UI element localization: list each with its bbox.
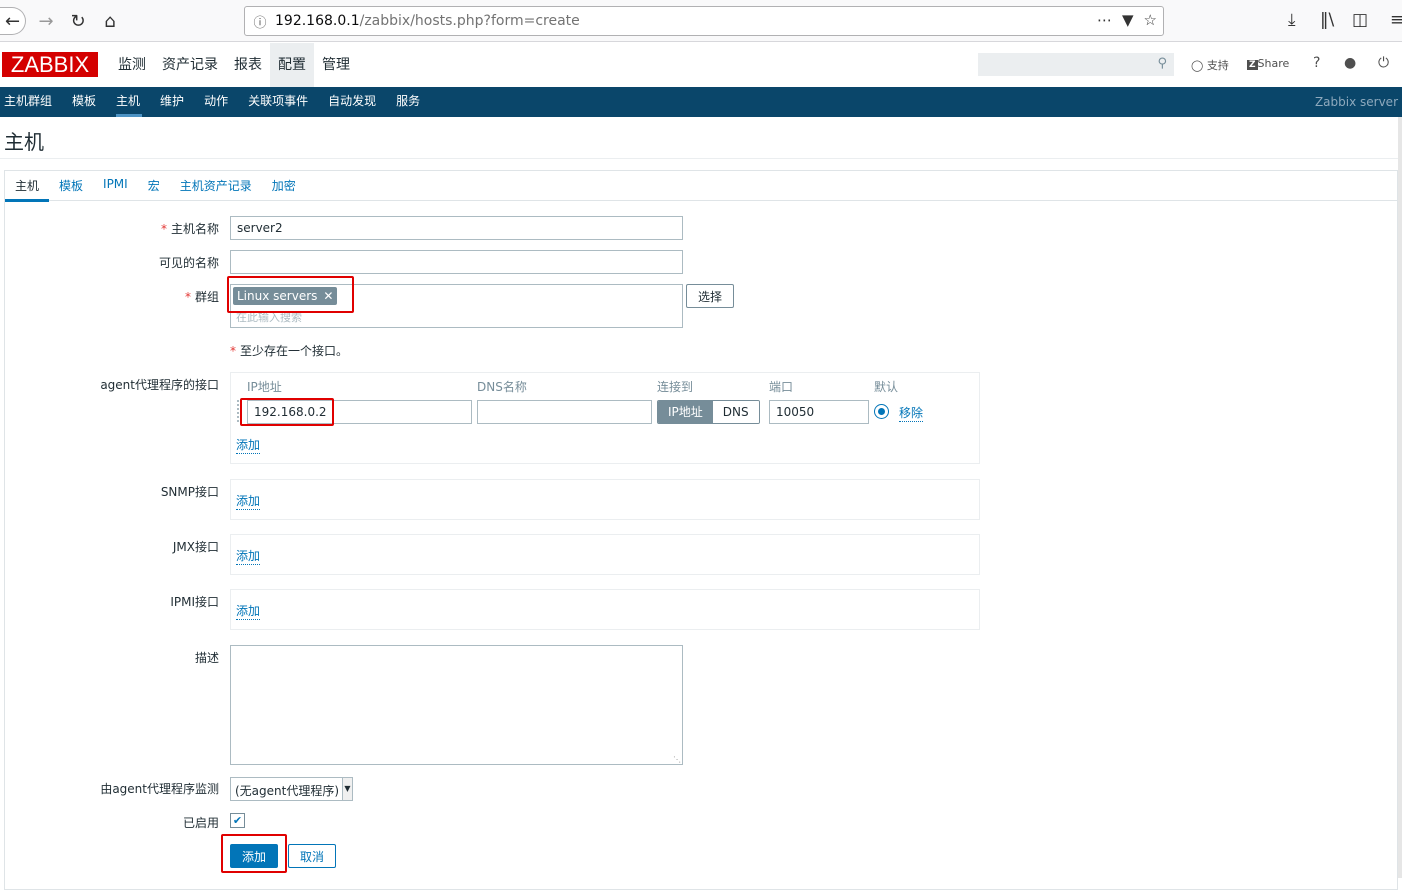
add-ipmi-interface-link[interactable]: 添加 (236, 602, 261, 620)
col-connect-header: 连接到 (657, 380, 694, 394)
tab-macros[interactable]: 宏 (138, 171, 170, 201)
share-z-icon: Z (1247, 60, 1258, 70)
agent-ip-input[interactable]: 192.168.0.2 (247, 400, 472, 424)
ipmi-interfaces-label: IPMI接口 (170, 595, 219, 609)
submenu-actions[interactable]: 动作 (200, 87, 238, 117)
snmp-interfaces-box (230, 479, 980, 520)
sidebar-icon[interactable]: ◫ (1352, 10, 1368, 30)
col-port-header: 端口 (769, 380, 794, 394)
menu-configuration[interactable]: 配置 (270, 43, 314, 87)
remove-interface-link[interactable]: 移除 (899, 404, 924, 422)
submenu-templates[interactable]: 模板 (68, 87, 106, 117)
search-icon[interactable]: ⚲ (1157, 56, 1167, 71)
agent-port-input[interactable]: 10050 (769, 400, 869, 424)
ipmi-interfaces-box (230, 589, 980, 630)
submenu-maintenance[interactable]: 维护 (156, 87, 194, 117)
tab-inventory[interactable]: 主机资产记录 (170, 171, 262, 201)
site-info-icon[interactable]: ⓘ (245, 12, 275, 31)
enabled-label: 已启用 (182, 816, 219, 830)
connect-to-toggle: IP地址 DNS (657, 400, 760, 424)
forward-icon[interactable]: → (32, 7, 60, 35)
visible-name-input[interactable] (230, 250, 683, 274)
sub-menu: 主机群组 模板 主机 维护 动作 关联项事件 自动发现 服务 Zabbix se… (0, 87, 1402, 117)
jmx-interfaces-box (230, 534, 980, 575)
menu-inventory[interactable]: 资产记录 (154, 43, 226, 87)
interface-hint: * 至少存在一个接口。 (230, 344, 349, 358)
visible-name-label: 可见的名称 (158, 256, 219, 270)
proxy-selected-value: (无agent代理程序) (235, 784, 340, 798)
jmx-interfaces-label: JMX接口 (172, 540, 219, 554)
agent-dns-input[interactable] (477, 400, 652, 424)
remove-tag-icon[interactable]: ✕ (323, 289, 333, 303)
top-menu: 监测 资产记录 报表 配置 管理 (110, 43, 358, 87)
enabled-checkbox[interactable]: ✔ (230, 813, 245, 828)
library-icon[interactable]: ‖\ (1320, 10, 1334, 30)
description-textarea[interactable] (230, 645, 683, 765)
page-scrollbar[interactable] (1398, 117, 1402, 878)
form-tabs: 主机 模板 IPMI 宏 主机资产记录 加密 (5, 171, 1397, 202)
title-divider (0, 158, 1398, 159)
submenu-services[interactable]: 服务 (392, 87, 430, 117)
download-icon[interactable]: ⤓ (1288, 10, 1296, 30)
menu-monitoring[interactable]: 监测 (110, 43, 154, 87)
logout-icon[interactable]: ⏻ (1378, 55, 1389, 71)
tab-host[interactable]: 主机 (5, 171, 50, 202)
connect-ip-option[interactable]: IP地址 (658, 401, 713, 423)
help-icon[interactable]: ? (1313, 55, 1320, 71)
drag-handle-icon[interactable] (237, 400, 241, 422)
group-tag-linux-servers[interactable]: Linux servers ✕ (233, 287, 338, 305)
submenu-hosts[interactable]: 主机 (112, 87, 150, 117)
support-link[interactable]: ◯ 支持 (1191, 57, 1229, 73)
search-input[interactable]: ⚲ (978, 53, 1174, 76)
tab-ipmi[interactable]: IPMI (93, 171, 138, 201)
cancel-button[interactable]: 取消 (288, 844, 336, 868)
submenu-correlation[interactable]: 关联项事件 (244, 87, 318, 117)
agent-interfaces-label: agent代理程序的接口 (100, 378, 219, 392)
connect-dns-option[interactable]: DNS (712, 401, 759, 423)
add-button[interactable]: 添加 (230, 844, 278, 868)
tab-templates[interactable]: 模板 (49, 171, 93, 201)
share-link[interactable]: Z Share (1247, 57, 1289, 70)
page-title: 主机 (4, 130, 44, 154)
groups-search-placeholder: 在此输入搜索 (236, 311, 302, 324)
chevron-down-icon[interactable]: ▼ (342, 778, 352, 800)
default-interface-radio[interactable] (874, 404, 889, 419)
back-icon[interactable]: ← (0, 7, 26, 35)
zabbix-header: ZABBIX 监测 资产记录 报表 配置 管理 ⚲ ◯ 支持 Z Share ? … (0, 43, 1402, 87)
tab-encryption[interactable]: 加密 (262, 171, 306, 201)
proxy-select[interactable]: (无agent代理程序) ▼ (230, 777, 353, 801)
server-name: Zabbix server (1314, 95, 1398, 109)
resize-grip-icon[interactable]: ⋱ (673, 755, 681, 764)
url-text: 192.168.0.1/zabbix/hosts.php?form=create (275, 13, 580, 29)
col-ip-header: IP地址 (247, 380, 282, 394)
user-profile-icon[interactable]: ● (1344, 55, 1356, 71)
checkmark-icon: ✔ (232, 814, 243, 827)
description-label: 描述 (194, 651, 219, 665)
page-actions-icon[interactable]: ⋯ (1097, 11, 1112, 29)
add-snmp-interface-link[interactable]: 添加 (236, 492, 261, 510)
col-dns-header: DNS名称 (477, 380, 527, 394)
snmp-interfaces-label: SNMP接口 (160, 485, 219, 499)
host-name-input[interactable]: server2 (230, 216, 683, 240)
address-bar[interactable]: ⓘ 192.168.0.1/zabbix/hosts.php?form=crea… (244, 6, 1164, 36)
home-icon[interactable]: ⌂ (96, 7, 124, 35)
headset-icon: ◯ (1191, 59, 1204, 72)
groups-label: * 群组 (184, 290, 219, 304)
pocket-icon[interactable]: ▼ (1122, 11, 1134, 29)
zabbix-logo[interactable]: ZABBIX (2, 52, 98, 77)
add-jmx-interface-link[interactable]: 添加 (236, 547, 261, 565)
menu-administration[interactable]: 管理 (314, 43, 358, 87)
add-agent-interface-link[interactable]: 添加 (236, 436, 261, 454)
select-groups-button[interactable]: 选择 (686, 284, 734, 308)
menu-reports[interactable]: 报表 (226, 43, 270, 87)
browser-toolbar: ← → ↻ ⌂ ⓘ 192.168.0.1/zabbix/hosts.php?f… (0, 0, 1402, 42)
host-name-label: * 主机名称 (160, 222, 219, 236)
col-default-header: 默认 (874, 380, 899, 394)
hamburger-menu-icon[interactable]: ≡ (1390, 10, 1402, 30)
submenu-discovery[interactable]: 自动发现 (324, 87, 386, 117)
reload-icon[interactable]: ↻ (64, 7, 92, 35)
proxy-label: 由agent代理程序监测 (100, 782, 219, 796)
submenu-host-groups[interactable]: 主机群组 (0, 87, 62, 117)
bookmark-star-icon[interactable]: ☆ (1144, 11, 1157, 29)
